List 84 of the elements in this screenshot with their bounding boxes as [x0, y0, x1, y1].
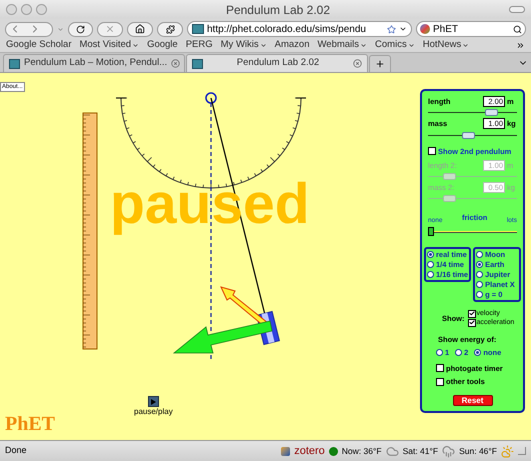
- slider-track[interactable]: [428, 108, 517, 116]
- radio-button[interactable]: [476, 281, 484, 288]
- slider-track[interactable]: [428, 130, 517, 138]
- extension-icon[interactable]: [281, 446, 290, 456]
- status-text: Done: [5, 444, 28, 458]
- search-text: PhET: [433, 22, 460, 36]
- close-icon[interactable]: [171, 59, 180, 68]
- bookmark-item[interactable]: PERG: [186, 38, 213, 53]
- checkbox[interactable]: [468, 310, 476, 318]
- play-button[interactable]: [148, 396, 159, 407]
- toolbar-toggle-icon[interactable]: [509, 6, 525, 13]
- zotero-label[interactable]: zotero: [294, 442, 325, 460]
- plus-icon: [375, 59, 385, 69]
- tab-title: Pendulum Lab 2.02: [236, 56, 320, 70]
- play-label: pause/play: [134, 407, 173, 417]
- caret-icon: [408, 42, 415, 49]
- search-field[interactable]: PhET: [416, 21, 526, 37]
- window-title: Pendulum Lab 2.02: [224, 2, 332, 18]
- ruler-drawing[interactable]: [82, 112, 98, 350]
- home-button[interactable]: [127, 22, 153, 36]
- cloud-icon: [386, 444, 399, 458]
- url-text: http://phet.colorado.edu/sims/pendu: [207, 22, 367, 36]
- radio-button[interactable]: [476, 271, 484, 278]
- browser-tab[interactable]: Pendulum Lab – Motion, Pendul...: [3, 54, 185, 72]
- rain-cloud-icon: [442, 444, 456, 458]
- bookmark-item[interactable]: Webmails: [318, 38, 368, 53]
- weather-reading[interactable]: Sat: 41°F: [402, 444, 438, 458]
- sun-cloud-icon: [501, 444, 514, 458]
- back-forward-button[interactable]: [5, 22, 53, 36]
- radio-button[interactable]: [436, 348, 443, 356]
- caret-icon: [462, 42, 470, 49]
- checkbox[interactable]: [468, 318, 476, 327]
- caret-icon: [132, 42, 140, 49]
- checkbox[interactable]: [428, 147, 436, 156]
- weather-reading[interactable]: Now: 36°F: [342, 444, 382, 458]
- radio-button[interactable]: [474, 348, 482, 356]
- checkbox[interactable]: [436, 378, 444, 386]
- slider-thumb[interactable]: [428, 226, 434, 236]
- bookmark-item[interactable]: Amazon: [274, 38, 310, 53]
- bookmark-item[interactable]: My Wikis: [220, 38, 267, 53]
- radio-button[interactable]: [427, 271, 434, 278]
- slider-track[interactable]: [428, 194, 517, 202]
- overflow-icon[interactable]: [516, 41, 525, 50]
- checkbox[interactable]: [436, 364, 444, 372]
- search-icon[interactable]: [513, 24, 522, 34]
- resize-grip-icon[interactable]: [518, 447, 526, 455]
- phet-logo: PhET: [5, 412, 56, 437]
- home-icon: [135, 24, 145, 34]
- tab-title: Pendulum Lab – Motion, Pendul...: [24, 56, 168, 70]
- new-tab-button[interactable]: [369, 55, 391, 72]
- radio-button[interactable]: [476, 261, 484, 268]
- caret-icon: [360, 42, 368, 49]
- slider-thumb[interactable]: [462, 132, 476, 138]
- close-icon[interactable]: [353, 59, 362, 68]
- bookmark-item[interactable]: Google: [147, 38, 178, 53]
- caret-icon: [260, 42, 267, 49]
- bookmark-item[interactable]: HotNews: [422, 38, 470, 53]
- close-icon: [105, 24, 115, 34]
- radio-button[interactable]: [427, 261, 434, 268]
- bookmark-item[interactable]: Google Scholar: [6, 38, 72, 53]
- bookmark-star-icon[interactable]: [387, 24, 396, 34]
- friction-slider[interactable]: [428, 226, 517, 236]
- pivot-icon[interactable]: [205, 92, 217, 104]
- radio-button[interactable]: [455, 348, 462, 356]
- search-engine-icon[interactable]: [420, 24, 430, 34]
- extension-button[interactable]: [157, 22, 183, 36]
- radio-button[interactable]: [476, 291, 484, 298]
- bookmark-item[interactable]: Comics: [375, 38, 415, 53]
- weather-reading[interactable]: Sun: 46°F: [459, 444, 497, 458]
- slider-track[interactable]: [428, 172, 517, 180]
- address-field[interactable]: http://phet.colorado.edu/sims/pendu: [187, 21, 412, 37]
- reset-button[interactable]: Reset: [452, 395, 492, 406]
- reload-icon: [76, 24, 85, 34]
- site-icon: [9, 58, 20, 68]
- reload-button[interactable]: [68, 22, 93, 36]
- radio-button[interactable]: [476, 251, 484, 258]
- site-icon: [192, 24, 204, 34]
- site-icon: [192, 58, 203, 68]
- browser-tab[interactable]: Pendulum Lab 2.02: [186, 54, 368, 72]
- puzzle-icon: [166, 24, 174, 34]
- radio-button[interactable]: [427, 251, 434, 258]
- slider-thumb[interactable]: [485, 109, 498, 116]
- caret-icon[interactable]: [399, 25, 407, 33]
- bookmark-item[interactable]: Most Visited: [79, 38, 140, 53]
